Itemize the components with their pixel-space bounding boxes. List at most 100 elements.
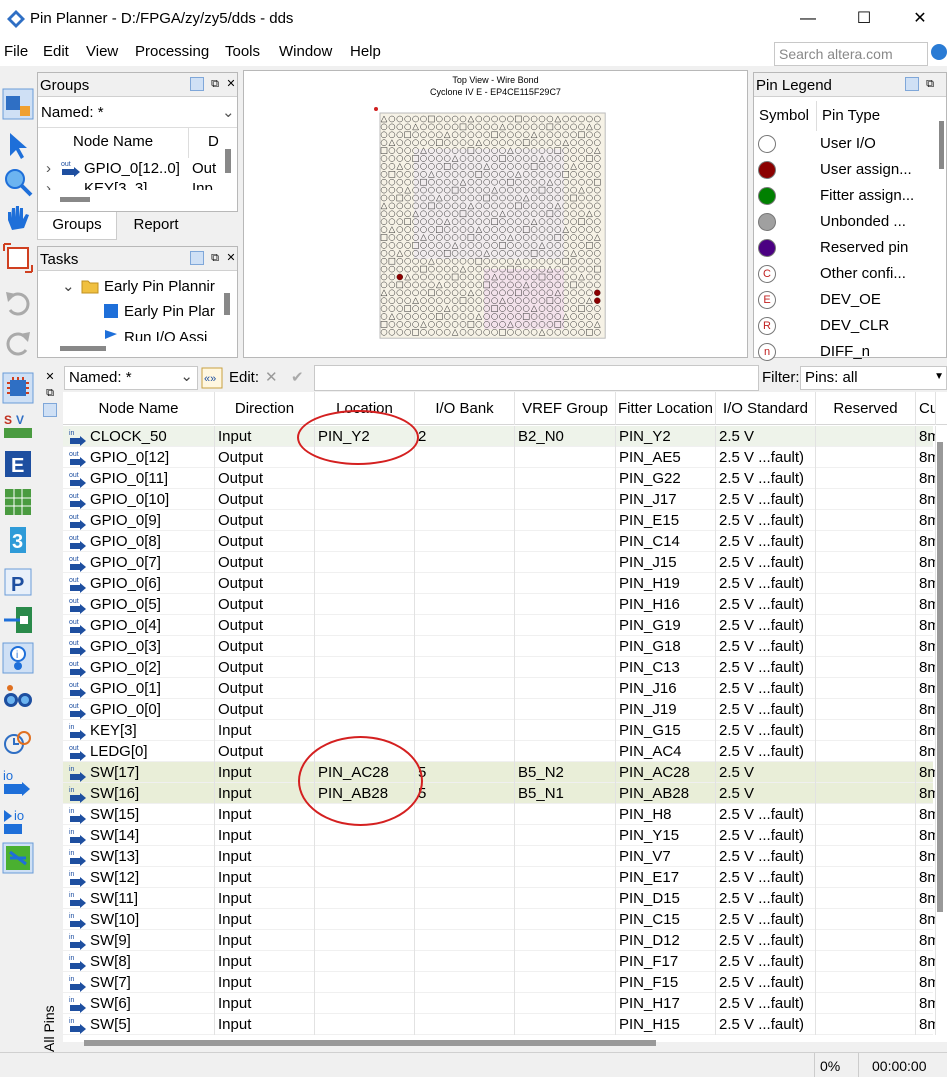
vref-group-cell[interactable] bbox=[515, 825, 616, 846]
io-bank-cell[interactable] bbox=[415, 531, 515, 552]
hand-pan-icon[interactable] bbox=[2, 202, 34, 234]
io-bank-cell[interactable] bbox=[415, 636, 515, 657]
close-icon[interactable]: ✕ bbox=[224, 77, 238, 91]
undo-icon[interactable] bbox=[2, 288, 34, 320]
col-current-strength[interactable]: Cu bbox=[916, 392, 936, 425]
groups-col-node-name[interactable]: Node Name bbox=[73, 133, 153, 150]
table-row[interactable]: SW[9]InputPIN_D122.5 V ...fault)8min bbox=[63, 930, 936, 951]
scrollbar-thumb[interactable] bbox=[225, 149, 231, 173]
io-standard-cell[interactable]: 2.5 V ...fault) bbox=[716, 531, 816, 552]
io-standard-cell[interactable]: 2.5 V ...fault) bbox=[716, 573, 816, 594]
col-io-standard[interactable]: I/O Standard bbox=[716, 392, 816, 425]
location-cell[interactable] bbox=[315, 951, 415, 972]
table-row[interactable]: GPIO_0[9]OutputPIN_E152.5 V ...fault)8mo… bbox=[63, 510, 936, 531]
b-icon[interactable]: 3 bbox=[2, 524, 34, 556]
table-row[interactable]: LEDG[0]OutputPIN_AC42.5 V ...fault)8mout bbox=[63, 741, 936, 762]
reserved-cell[interactable] bbox=[816, 573, 916, 594]
reserved-cell[interactable] bbox=[816, 909, 916, 930]
table-row[interactable]: GPIO_0[1]OutputPIN_J162.5 V ...fault)8mo… bbox=[63, 678, 936, 699]
table-row[interactable]: GPIO_0[8]OutputPIN_C142.5 V ...fault)8mo… bbox=[63, 531, 936, 552]
vref-group-cell[interactable] bbox=[515, 804, 616, 825]
reserved-cell[interactable] bbox=[816, 720, 916, 741]
vref-group-cell[interactable] bbox=[515, 867, 616, 888]
reserved-cell[interactable] bbox=[816, 678, 916, 699]
table-row[interactable]: GPIO_0[5]OutputPIN_H162.5 V ...fault)8mo… bbox=[63, 594, 936, 615]
vref-group-cell[interactable] bbox=[515, 489, 616, 510]
io-standard-cell[interactable]: 2.5 V ...fault) bbox=[716, 657, 816, 678]
col-vref-group[interactable]: VREF Group bbox=[515, 392, 616, 425]
menu-processing[interactable]: Processing bbox=[135, 43, 209, 60]
location-cell[interactable] bbox=[315, 993, 415, 1014]
location-cell[interactable] bbox=[315, 909, 415, 930]
io-standard-cell[interactable]: 2.5 V ...fault) bbox=[716, 888, 816, 909]
vref-group-cell[interactable] bbox=[515, 846, 616, 867]
col-io-bank[interactable]: I/O Bank bbox=[415, 392, 515, 425]
table-row[interactable]: SW[6]InputPIN_H172.5 V ...fault)8min bbox=[63, 993, 936, 1014]
reserved-cell[interactable] bbox=[816, 804, 916, 825]
reserved-cell[interactable] bbox=[816, 1014, 916, 1035]
vertical-scrollbar-thumb[interactable] bbox=[937, 442, 943, 912]
menu-help[interactable]: Help bbox=[350, 43, 381, 60]
table-row[interactable]: SW[14]InputPIN_Y152.5 V ...fault)8min bbox=[63, 825, 936, 846]
reserved-cell[interactable] bbox=[816, 867, 916, 888]
vref-group-cell[interactable] bbox=[515, 531, 616, 552]
table-row[interactable]: GPIO_0[12]OutputPIN_AE52.5 V ...fault)8m… bbox=[63, 447, 936, 468]
io-standard-cell[interactable]: 2.5 V ...fault) bbox=[716, 615, 816, 636]
io-standard-cell[interactable]: 2.5 V ...fault) bbox=[716, 951, 816, 972]
float-icon[interactable]: ⧉ bbox=[208, 251, 222, 265]
expand-chevron-icon[interactable]: › bbox=[46, 180, 51, 190]
location-cell[interactable] bbox=[315, 594, 415, 615]
reserved-cell[interactable] bbox=[816, 468, 916, 489]
pin-icon[interactable] bbox=[190, 251, 204, 265]
table-row[interactable]: SW[11]InputPIN_D152.5 V ...fault)8min bbox=[63, 888, 936, 909]
p-icon[interactable]: P bbox=[2, 566, 34, 598]
io-standard-cell[interactable]: 2.5 V ...fault) bbox=[716, 699, 816, 720]
io-bank-cell[interactable]: 5 bbox=[415, 762, 515, 783]
io-standard-cell[interactable]: 2.5 V ...fault) bbox=[716, 1014, 816, 1035]
io-bank-cell[interactable] bbox=[415, 699, 515, 720]
close-button[interactable]: ✕ bbox=[892, 0, 947, 38]
io-bank-cell[interactable] bbox=[415, 510, 515, 531]
location-cell[interactable] bbox=[315, 573, 415, 594]
io-standard-cell[interactable]: 2.5 V ...fault) bbox=[716, 804, 816, 825]
io-bank-cell[interactable] bbox=[415, 741, 515, 762]
io-bank-cell[interactable] bbox=[415, 867, 515, 888]
io-standard-cell[interactable]: 2.5 V ...fault) bbox=[716, 636, 816, 657]
float-icon[interactable]: ⧉ bbox=[43, 386, 57, 400]
menu-file[interactable]: File bbox=[4, 43, 28, 60]
vref-group-cell[interactable] bbox=[515, 594, 616, 615]
reserved-cell[interactable] bbox=[816, 489, 916, 510]
reserved-cell[interactable] bbox=[816, 846, 916, 867]
location-cell[interactable] bbox=[315, 846, 415, 867]
io-cell-icon[interactable] bbox=[2, 604, 34, 636]
io-standard-cell[interactable]: 2.5 V ...fault) bbox=[716, 489, 816, 510]
reserved-cell[interactable] bbox=[816, 930, 916, 951]
maximize-button[interactable]: ☐ bbox=[836, 0, 892, 38]
reserved-cell[interactable] bbox=[816, 636, 916, 657]
minimize-button[interactable]: — bbox=[780, 0, 836, 38]
scrollbar-thumb[interactable] bbox=[939, 121, 944, 169]
reserved-cell[interactable] bbox=[816, 699, 916, 720]
io-out-icon[interactable]: io bbox=[2, 804, 34, 836]
close-icon[interactable]: ✕ bbox=[43, 370, 57, 384]
edit-input[interactable] bbox=[314, 365, 759, 391]
table-row[interactable]: GPIO_0[11]OutputPIN_G222.5 V ...fault)8m… bbox=[63, 468, 936, 489]
vref-group-cell[interactable] bbox=[515, 1014, 616, 1035]
table-row[interactable]: KEY[3]InputPIN_G152.5 V ...fault)8min bbox=[63, 720, 936, 741]
pin-icon[interactable] bbox=[905, 77, 919, 91]
expand-chevron-icon[interactable]: › bbox=[46, 160, 51, 177]
scrollbar-thumb[interactable] bbox=[60, 346, 106, 351]
reserved-cell[interactable] bbox=[816, 510, 916, 531]
location-cell[interactable] bbox=[315, 615, 415, 636]
io-bank-cell[interactable] bbox=[415, 930, 515, 951]
io-standard-cell[interactable]: 2.5 V ...fault) bbox=[716, 930, 816, 951]
location-cell[interactable] bbox=[315, 825, 415, 846]
menu-edit[interactable]: Edit bbox=[43, 43, 69, 60]
vref-group-cell[interactable] bbox=[515, 573, 616, 594]
binoculars-icon[interactable] bbox=[2, 680, 34, 712]
vref-group-cell[interactable] bbox=[515, 720, 616, 741]
table-row[interactable]: GPIO_0[7]OutputPIN_J152.5 V ...fault)8mo… bbox=[63, 552, 936, 573]
reserved-cell[interactable] bbox=[816, 426, 916, 447]
reserved-cell[interactable] bbox=[816, 951, 916, 972]
groups-col-direction[interactable]: D bbox=[208, 133, 219, 150]
